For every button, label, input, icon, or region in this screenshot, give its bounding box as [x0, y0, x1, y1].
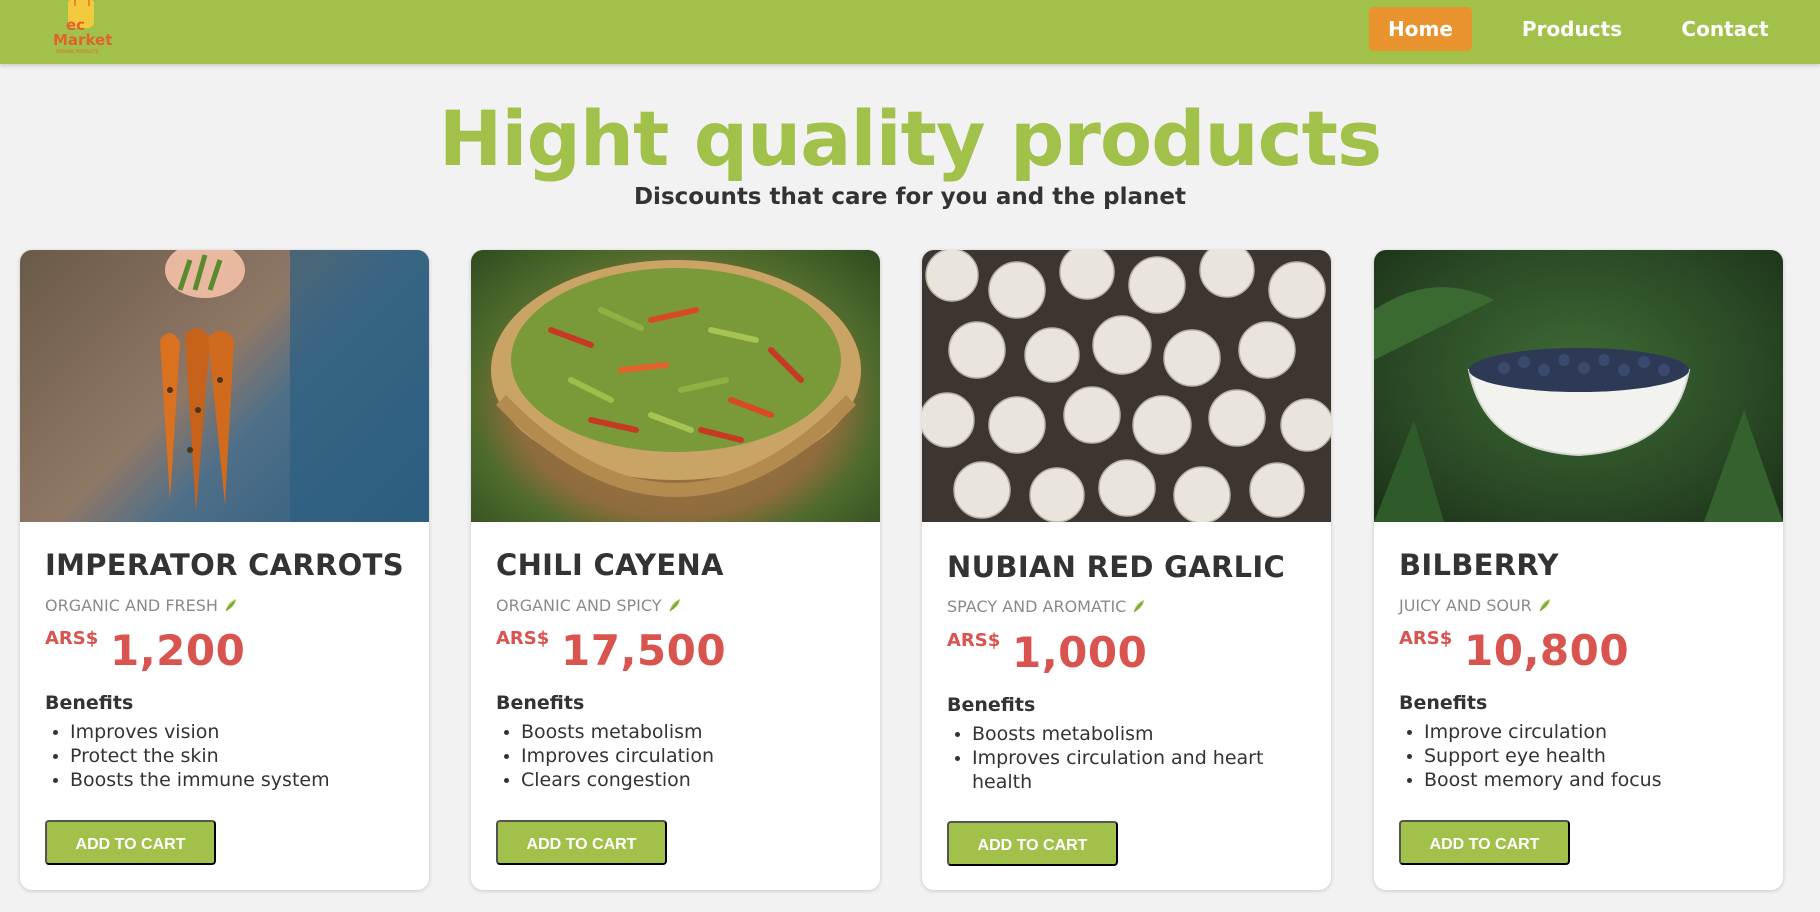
benefits-list: Boosts metabolism Improves circulation C… [496, 720, 856, 792]
navbar: ec Market ORGANIC PRODUCTS Home Products… [0, 0, 1820, 64]
price-currency: ARS$ [1399, 628, 1453, 649]
product-tagline-text: ORGANIC AND SPICY [496, 596, 662, 615]
leaf-icon [1539, 599, 1550, 612]
leaf-icon [225, 599, 236, 612]
nav-contact-link[interactable]: Contact [1670, 7, 1780, 51]
benefit-item: Boosts metabolism [947, 722, 1307, 746]
price-value: 1,000 [1012, 628, 1148, 677]
add-to-cart-button[interactable]: ADD TO CART [1399, 820, 1570, 865]
product-title: NUBIAN RED GARLIC [947, 550, 1286, 584]
leaf-icon [1133, 600, 1145, 613]
add-to-cart-button[interactable]: ADD TO CART [947, 821, 1118, 866]
bilberry-bowl-photo [1374, 250, 1783, 522]
product-tagline-text: JUICY AND SOUR [1399, 596, 1532, 615]
price-value: 17,500 [561, 626, 727, 675]
price-currency: ARS$ [947, 630, 1001, 651]
price-value: 10,800 [1464, 626, 1630, 675]
benefit-item: Boost memory and focus [1399, 768, 1759, 792]
benefit-item: Clears congestion [496, 768, 856, 792]
product-tagline-text: SPACY AND AROMATIC [947, 597, 1127, 616]
product-card-garlic: NUBIAN RED GARLIC SPACY AND AROMATIC ARS… [922, 250, 1331, 890]
product-tagline: SPACY AND AROMATIC [947, 597, 1146, 616]
product-title: BILBERRY [1399, 548, 1559, 582]
product-card-chili: CHILI CAYENA ORGANIC AND SPICY ARS$ 17,5… [471, 250, 880, 890]
leaf-icon [669, 599, 680, 612]
benefit-item: Improves circulation and heart health [947, 746, 1307, 794]
benefits-heading: Benefits [1399, 692, 1488, 714]
benefits-heading: Benefits [496, 692, 585, 714]
hero-subtitle: Discounts that care for you and the plan… [633, 184, 1187, 210]
benefits-heading: Benefits [947, 694, 1036, 716]
logo-line2: Market [53, 31, 113, 49]
product-title: CHILI CAYENA [496, 548, 724, 582]
garlic-photo [922, 250, 1331, 522]
benefit-item: Improve circulation [1399, 720, 1759, 744]
benefit-item: Protect the skin [45, 744, 405, 768]
benefit-item: Boosts the immune system [45, 768, 405, 792]
add-to-cart-button[interactable]: ADD TO CART [45, 820, 216, 865]
chili-basket-photo [471, 250, 880, 522]
benefits-list: Improves vision Protect the skin Boosts … [45, 720, 405, 792]
nav-home-link[interactable]: Home [1369, 7, 1472, 51]
nav-products-link[interactable]: Products [1517, 7, 1627, 51]
benefits-list: Boosts metabolism Improves circulation a… [947, 722, 1307, 794]
ecmarket-logo[interactable]: ec Market ORGANIC PRODUCTS [50, 0, 116, 58]
price-currency: ARS$ [496, 628, 550, 649]
benefits-heading: Benefits [45, 692, 134, 714]
product-card-bilberry: BILBERRY JUICY AND SOUR ARS$ 10,800 Bene… [1374, 250, 1783, 890]
product-card-carrots: IMPERATOR CARROTS ORGANIC AND FRESH ARS$… [20, 250, 429, 890]
benefit-item: Improves circulation [496, 744, 856, 768]
price-currency: ARS$ [45, 628, 99, 649]
product-tagline: ORGANIC AND FRESH [45, 596, 238, 615]
hero-title: Hight quality products [438, 94, 1382, 183]
benefits-list: Improve circulation Support eye health B… [1399, 720, 1759, 792]
benefit-item: Support eye health [1399, 744, 1759, 768]
product-title: IMPERATOR CARROTS [45, 548, 404, 582]
benefit-item: Improves vision [45, 720, 405, 744]
carrots-photo [20, 250, 429, 522]
add-to-cart-button[interactable]: ADD TO CART [496, 820, 667, 865]
product-tagline: JUICY AND SOUR [1399, 596, 1552, 615]
logo-tagline: ORGANIC PRODUCTS [56, 49, 99, 54]
product-tagline-text: ORGANIC AND FRESH [45, 596, 218, 615]
product-tagline: ORGANIC AND SPICY [496, 596, 682, 615]
benefit-item: Boosts metabolism [496, 720, 856, 744]
price-value: 1,200 [110, 626, 246, 675]
